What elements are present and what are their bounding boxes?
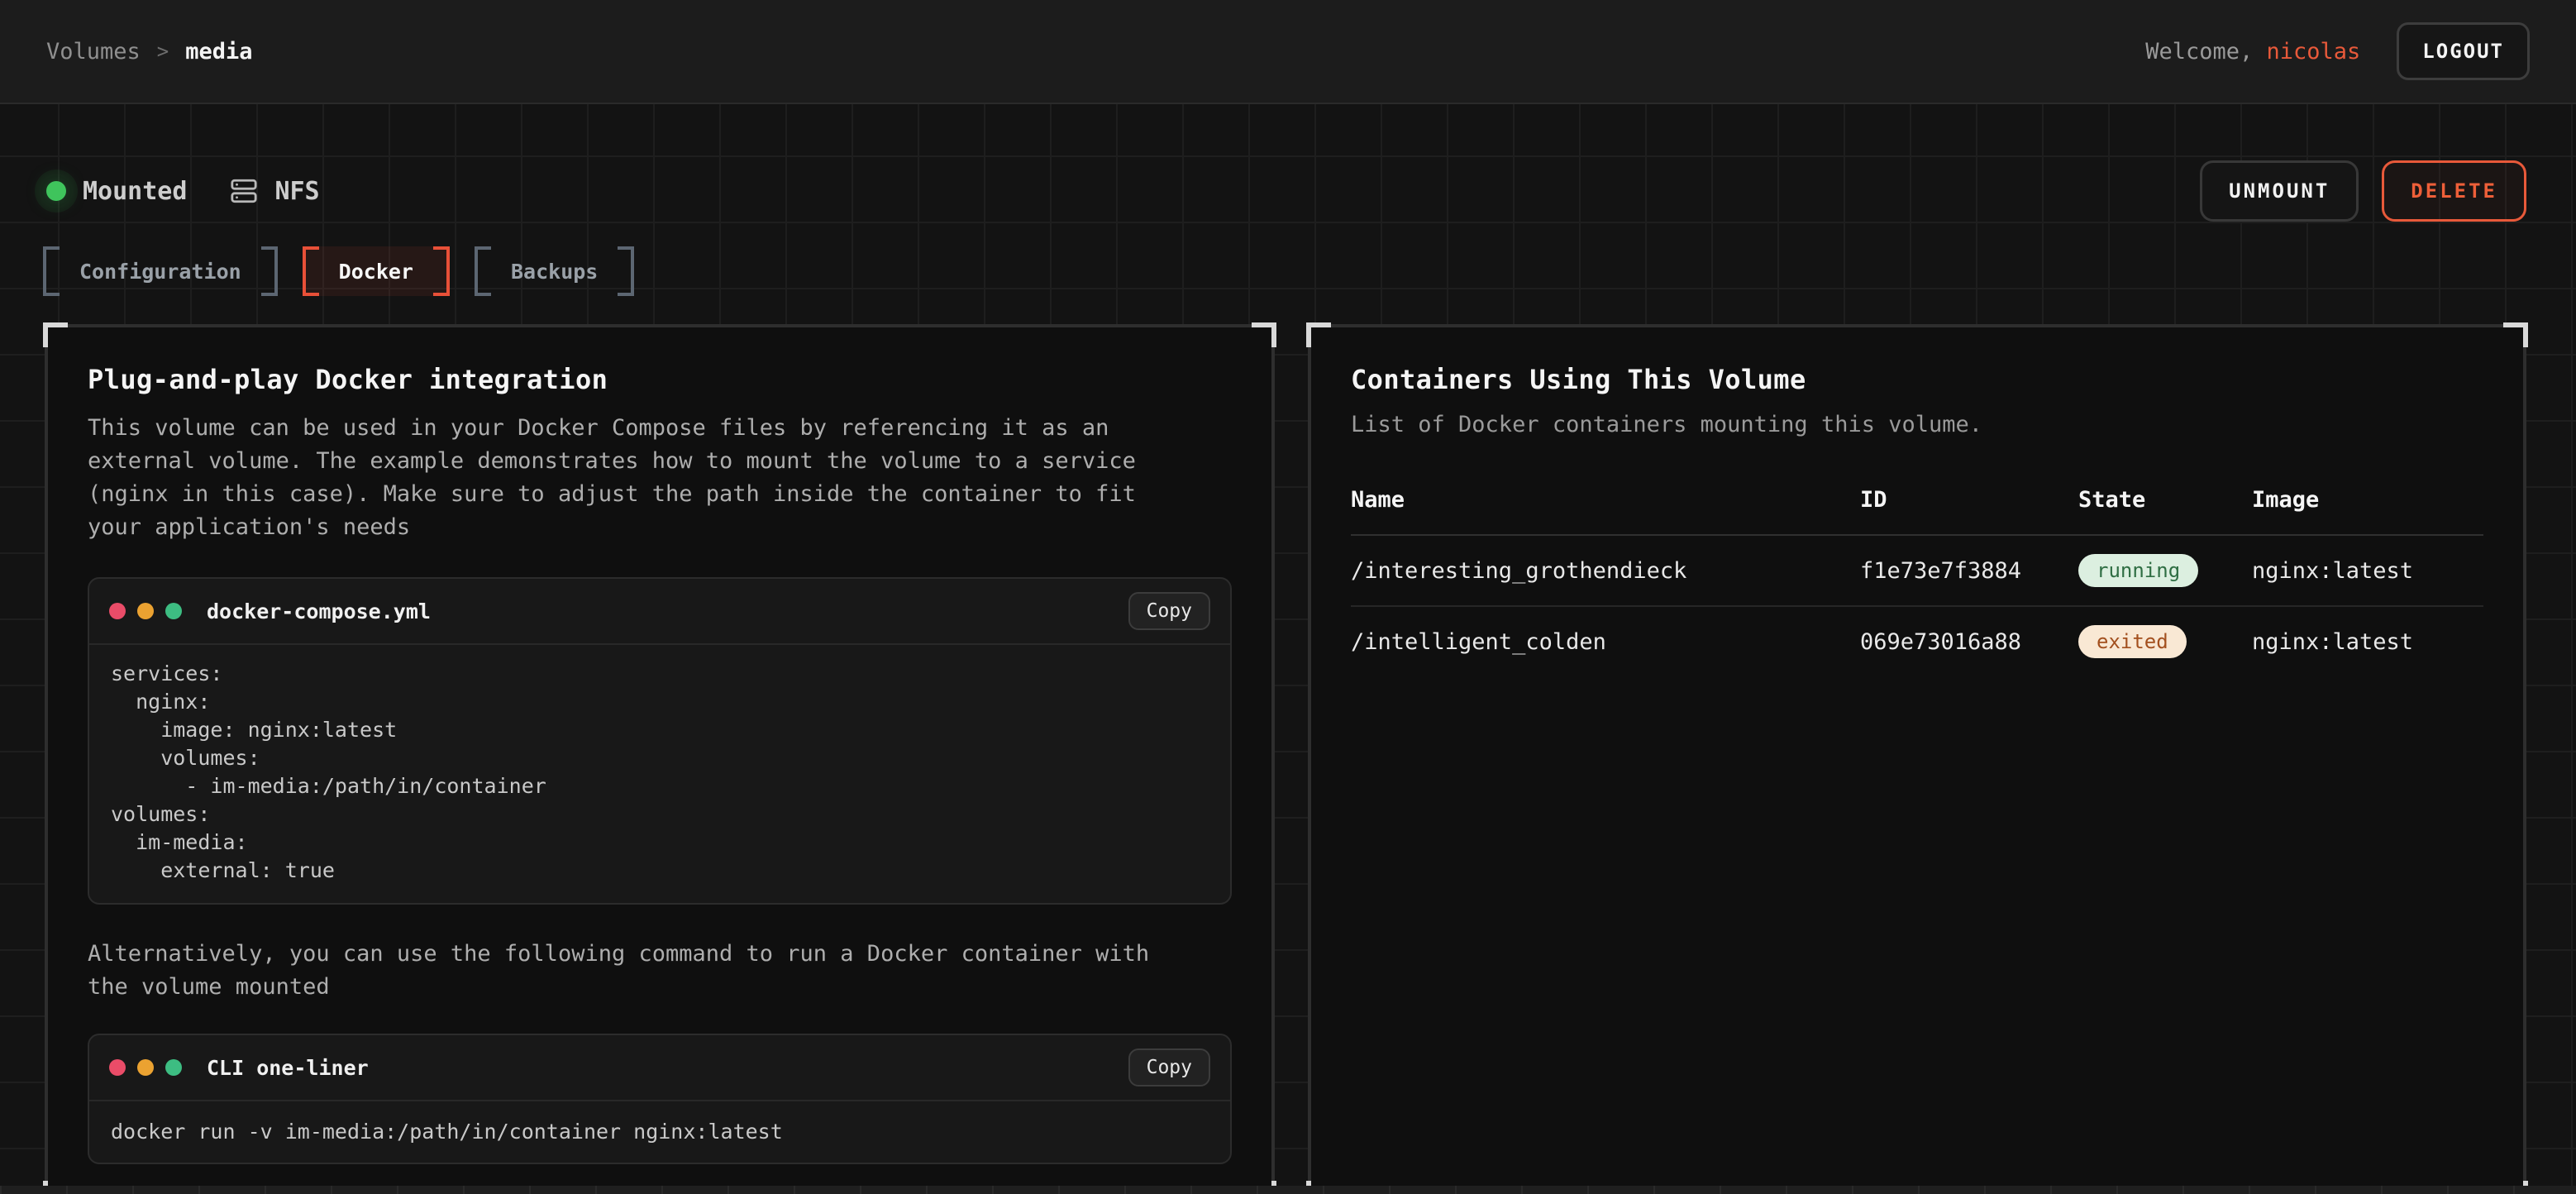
mounted-label: Mounted	[83, 177, 187, 206]
window-dot-red-icon	[109, 603, 126, 619]
panel-title: Plug-and-play Docker integration	[88, 364, 1232, 395]
cli-intro-text: Alternatively, you can use the following…	[88, 938, 1232, 1004]
breadcrumb-volumes-link[interactable]: Volumes	[46, 39, 141, 64]
bottom-strip	[0, 1186, 2576, 1194]
table-row: /intelligent_colden 069e73016a88 exited …	[1351, 607, 2483, 676]
column-header-name: Name	[1351, 487, 1860, 513]
panels: Plug-and-play Docker integration This vo…	[45, 324, 2576, 1159]
docker-integration-panel: Plug-and-play Docker integration This vo…	[45, 324, 1275, 1194]
tabs: Configuration Docker Backups	[43, 246, 2576, 296]
cell-container-image: nginx:latest	[2252, 629, 2483, 655]
containers-table: Name ID State Image /interesting_grothen…	[1351, 487, 2483, 676]
welcome-prefix: Welcome,	[2145, 39, 2253, 64]
cell-container-name: /interesting_grothendieck	[1351, 558, 1860, 584]
corner-bracket-icon	[1306, 322, 1331, 347]
corner-bracket-icon	[1252, 322, 1276, 347]
window-dot-green-icon	[165, 603, 182, 619]
tab-label: Backups	[511, 260, 598, 284]
logout-button[interactable]: LOGOUT	[2397, 22, 2530, 80]
corner-bracket-icon	[2503, 322, 2528, 347]
panel-description: This volume can be used in your Docker C…	[88, 412, 1232, 544]
cell-container-id: f1e73e7f3884	[1860, 558, 2078, 584]
cli-code-block: CLI one-liner Copy docker run -v im-medi…	[88, 1034, 1232, 1164]
code-filename: docker-compose.yml	[207, 599, 431, 623]
tab-backups[interactable]: Backups	[475, 246, 634, 296]
column-header-state: State	[2078, 487, 2252, 513]
code-block-header: docker-compose.yml Copy	[89, 579, 1230, 645]
delete-button[interactable]: DELETE	[2382, 160, 2526, 222]
code-content: docker run -v im-media:/path/in/containe…	[89, 1101, 1230, 1163]
tab-label: Configuration	[79, 260, 241, 284]
app: Volumes > media Welcome, nicolas LOGOUT …	[0, 0, 2576, 1194]
window-dot-amber-icon	[137, 603, 154, 619]
nfs-label: NFS	[274, 177, 319, 206]
tab-configuration[interactable]: Configuration	[43, 246, 278, 296]
panel-subtitle: List of Docker containers mounting this …	[1351, 412, 2483, 437]
code-content: services: nginx: image: nginx:latest vol…	[89, 645, 1230, 903]
unmount-button[interactable]: UNMOUNT	[2200, 160, 2359, 222]
table-header-row: Name ID State Image	[1351, 487, 2483, 536]
breadcrumb: Volumes > media	[46, 39, 253, 64]
status-dot-icon	[46, 181, 66, 201]
volume-status: Mounted NFS	[46, 177, 320, 206]
chevron-right-icon: >	[157, 40, 169, 63]
cell-container-name: /intelligent_colden	[1351, 629, 1860, 655]
server-icon	[230, 177, 258, 205]
tab-docker[interactable]: Docker	[303, 246, 450, 296]
corner-bracket-icon	[43, 322, 68, 347]
containers-panel: Containers Using This Volume List of Doc…	[1308, 324, 2526, 1194]
column-header-id: ID	[1860, 487, 2078, 513]
username: nicolas	[2267, 39, 2361, 64]
column-header-image: Image	[2252, 487, 2483, 513]
code-filename: CLI one-liner	[207, 1056, 369, 1080]
cell-container-id: 069e73016a88	[1860, 629, 2078, 655]
window-dot-red-icon	[109, 1059, 126, 1076]
state-badge: exited	[2078, 625, 2187, 658]
cell-container-image: nginx:latest	[2252, 558, 2483, 584]
welcome-text: Welcome, nicolas	[2145, 39, 2360, 64]
code-block-header: CLI one-liner Copy	[89, 1035, 1230, 1101]
table-row: /interesting_grothendieck f1e73e7f3884 r…	[1351, 536, 2483, 607]
status-bar: Mounted NFS UNMOUNT DELETE	[0, 104, 2576, 222]
nfs-indicator: NFS	[230, 177, 319, 206]
compose-code-block: docker-compose.yml Copy services: nginx:…	[88, 577, 1232, 905]
breadcrumb-current: media	[185, 39, 252, 64]
volume-actions: UNMOUNT DELETE	[2200, 160, 2526, 222]
tab-label: Docker	[339, 260, 413, 284]
window-dot-green-icon	[165, 1059, 182, 1076]
state-badge: running	[2078, 554, 2198, 587]
window-dot-amber-icon	[137, 1059, 154, 1076]
topbar: Volumes > media Welcome, nicolas LOGOUT	[0, 0, 2576, 104]
copy-button[interactable]: Copy	[1128, 1048, 1210, 1087]
topbar-right: Welcome, nicolas LOGOUT	[2145, 22, 2530, 80]
copy-button[interactable]: Copy	[1128, 592, 1210, 630]
main-area: Mounted NFS UNMOUNT DELETE	[0, 104, 2576, 1194]
panel-title: Containers Using This Volume	[1351, 364, 2483, 395]
mounted-status: Mounted	[46, 177, 187, 206]
